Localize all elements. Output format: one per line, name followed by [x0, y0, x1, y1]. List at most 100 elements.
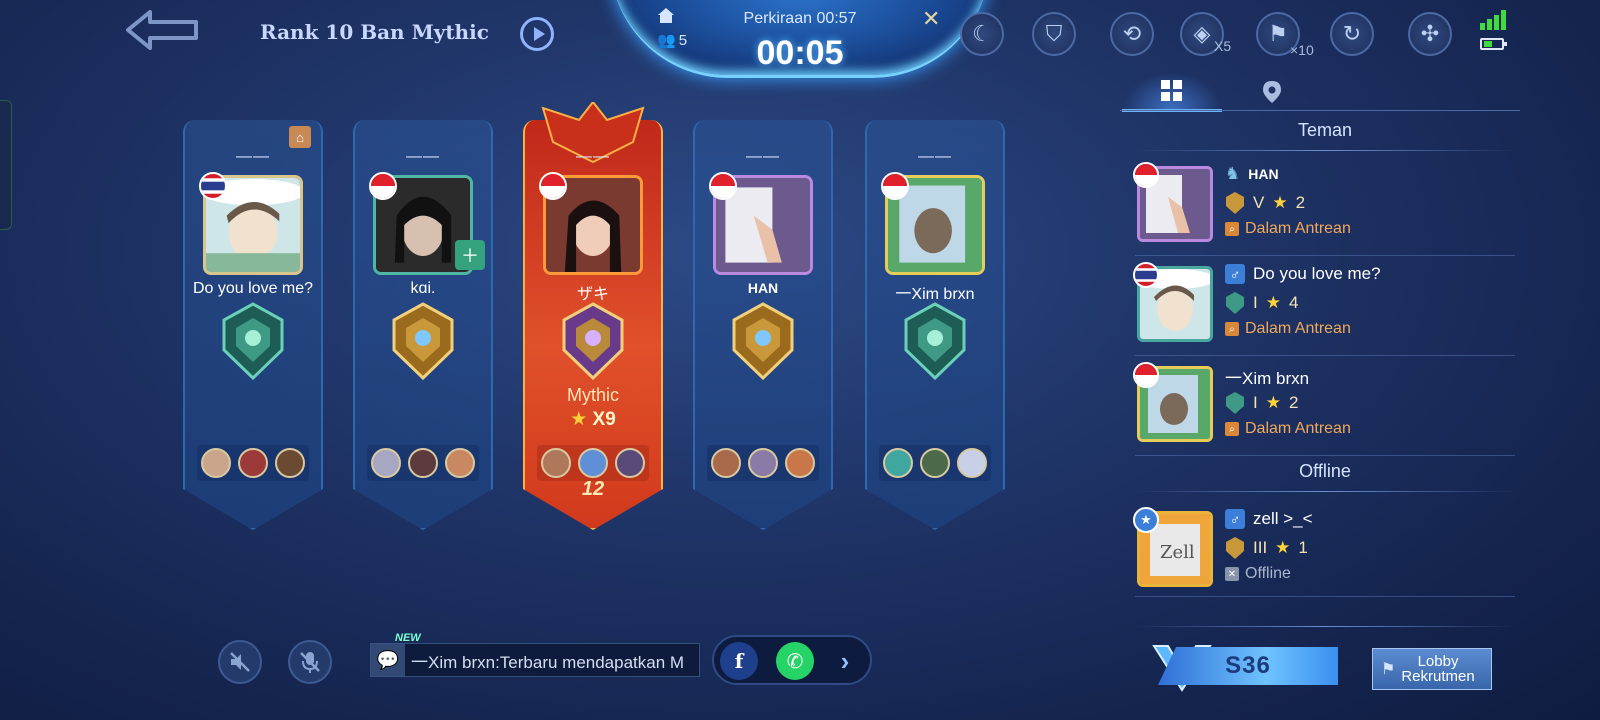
back-arrow-icon[interactable]: [118, 6, 208, 54]
friend-item[interactable]: 一Xim brxn I ★ 2 ⌕ Dalam Antrean: [1133, 360, 1515, 456]
refresh-icon[interactable]: ↻: [1330, 12, 1374, 56]
player-title: ——: [406, 148, 440, 165]
friend-tabs: [1122, 72, 1522, 112]
player-name: Do you love me?: [192, 280, 314, 297]
friend-stars: 2: [1295, 193, 1306, 212]
play-icon[interactable]: [520, 17, 554, 51]
thailand-flag-icon: [1133, 262, 1159, 288]
section-divider: [1135, 150, 1515, 151]
friend-rank: III: [1253, 538, 1268, 557]
player-name: ザキ: [576, 286, 609, 303]
player-card-1[interactable]: ⌂ —— Do you love me?: [183, 120, 323, 530]
star-icon: ★: [1272, 193, 1288, 212]
player-name: kɑi.: [410, 280, 436, 297]
page-title: Rank 10 Ban Mythic: [260, 20, 489, 44]
add-friend-button[interactable]: ＋: [455, 240, 485, 270]
lobby-label-line1: Lobby: [1417, 653, 1459, 670]
hero-list: [879, 445, 991, 481]
whatsapp-icon[interactable]: ✆: [776, 642, 814, 680]
friend-name: HAN: [1248, 166, 1279, 182]
player-title: ——: [236, 148, 270, 165]
signal-icon: [1480, 10, 1506, 30]
hero-icon: [919, 448, 950, 478]
player-name: 一Xim brxn: [895, 286, 975, 303]
friend-name-row: ♞ HAN: [1225, 164, 1279, 184]
player-title: ——: [918, 148, 952, 165]
player-card-5[interactable]: —— 一Xim brxn: [865, 120, 1005, 530]
hero-list: [197, 445, 309, 481]
hero-icon: [370, 448, 401, 478]
tab-location[interactable]: [1222, 72, 1322, 112]
lobby-recruitment-button[interactable]: ⚑ Lobby Rekrutmen: [1372, 648, 1492, 690]
people-icon: 👥: [657, 32, 676, 49]
friend-item[interactable]: ♂ Do you love me? I ★ 4 ⌕ Dalam Antrean: [1133, 260, 1515, 356]
friend-rank-row: III ★ 1: [1225, 537, 1308, 559]
friend-name-row: ♂ Do you love me?: [1225, 264, 1381, 284]
collapse-icon[interactable]: ✣: [1408, 12, 1452, 56]
shield-icon[interactable]: ⛉: [1032, 12, 1076, 56]
mic-off-icon: [300, 652, 320, 673]
friend-stars: 1: [1298, 538, 1308, 557]
left-side-tab[interactable]: [0, 100, 12, 230]
party-count: 👥 5: [657, 31, 687, 50]
friend-status-row: ✕ Offline: [1225, 565, 1291, 583]
speaker-mute-button[interactable]: [218, 640, 262, 684]
player-card-4[interactable]: —— HAN: [693, 120, 833, 530]
section-friends-heading: Teman: [1297, 120, 1353, 140]
thailand-flag-icon: [199, 172, 227, 200]
mic-mute-button[interactable]: [288, 640, 332, 684]
swirl-icon[interactable]: ⟲: [1110, 12, 1154, 56]
panel-bottom-divider: [1135, 626, 1515, 627]
hero-list: [367, 445, 479, 481]
friend-status: Offline: [1245, 565, 1291, 582]
queue-icon: ⌕: [1225, 222, 1239, 236]
hero-icon: [237, 448, 268, 478]
chevron-right-icon[interactable]: ›: [826, 642, 864, 680]
hero-icon: [957, 448, 988, 478]
indonesia-flag-icon: [1133, 362, 1159, 388]
hero-icon: [747, 448, 778, 478]
player-card-2[interactable]: —— ＋ kɑi.: [353, 120, 493, 530]
flag-icon: ⚑: [1381, 661, 1396, 678]
friend-stars: 2: [1288, 393, 1299, 412]
cancel-matchmaking-button[interactable]: ✕: [922, 6, 940, 32]
grid-icon: [1161, 79, 1182, 101]
indonesia-flag-icon: [709, 172, 737, 200]
star-icon: ★: [1265, 393, 1281, 412]
speaker-off-icon: [230, 652, 250, 672]
friend-rank: I: [1253, 293, 1258, 312]
season-label[interactable]: S36: [1158, 647, 1338, 685]
queue-icon: ⌕: [1225, 322, 1239, 336]
friend-name-row: 一Xim brxn: [1225, 364, 1309, 389]
friend-name: 一Xim brxn: [1225, 369, 1310, 388]
player-card-3[interactable]: —— ザキ Mythic ★ X9 12: [523, 102, 663, 530]
facebook-icon[interactable]: f: [720, 642, 758, 680]
top-bar: Rank 10 Ban Mythic 👥 5 Perkiraan 00:57 0…: [0, 0, 1600, 78]
offline-icon: ✕: [1225, 567, 1239, 581]
estimated-time: Perkiraan 00:57: [743, 10, 857, 27]
star-icon: ★: [570, 409, 588, 430]
mythic-rank-emblem-icon: [562, 302, 624, 380]
tab-grid[interactable]: [1122, 72, 1222, 112]
home-icon: [658, 8, 674, 23]
moon-icon[interactable]: ☾: [960, 12, 1004, 56]
hero-icon: [615, 448, 646, 478]
indonesia-flag-icon: [881, 172, 909, 200]
friend-item[interactable]: Zell ★ ♂ zell >_< III ★ 1 ✕ Offline: [1133, 505, 1515, 597]
hero-list: [537, 445, 649, 481]
share-bar: f ✆ ›: [712, 635, 872, 685]
hero-icon: [710, 448, 741, 478]
hero-icon: [200, 448, 231, 478]
epic-rank-emblem-icon: [222, 302, 284, 380]
hero-icon: [540, 448, 571, 478]
svg-text:Zell: Zell: [1160, 542, 1195, 563]
friend-rank-row: I ★ 2: [1225, 392, 1298, 414]
friend-name: zell >_<: [1253, 509, 1313, 528]
chat-bar[interactable]: 💬 NEW 一Xim brxn:Terbaru mendapatkan M: [370, 632, 700, 677]
hero-icon: [785, 448, 816, 478]
chat-icon[interactable]: 💬: [371, 643, 405, 677]
battery-icon: [1480, 38, 1507, 50]
badge-multiplier: X5: [1214, 38, 1232, 54]
male-icon: ♂: [1225, 509, 1245, 529]
friend-item[interactable]: ♞ HAN V ★ 2 ⌕ Dalam Antrean: [1133, 160, 1515, 256]
